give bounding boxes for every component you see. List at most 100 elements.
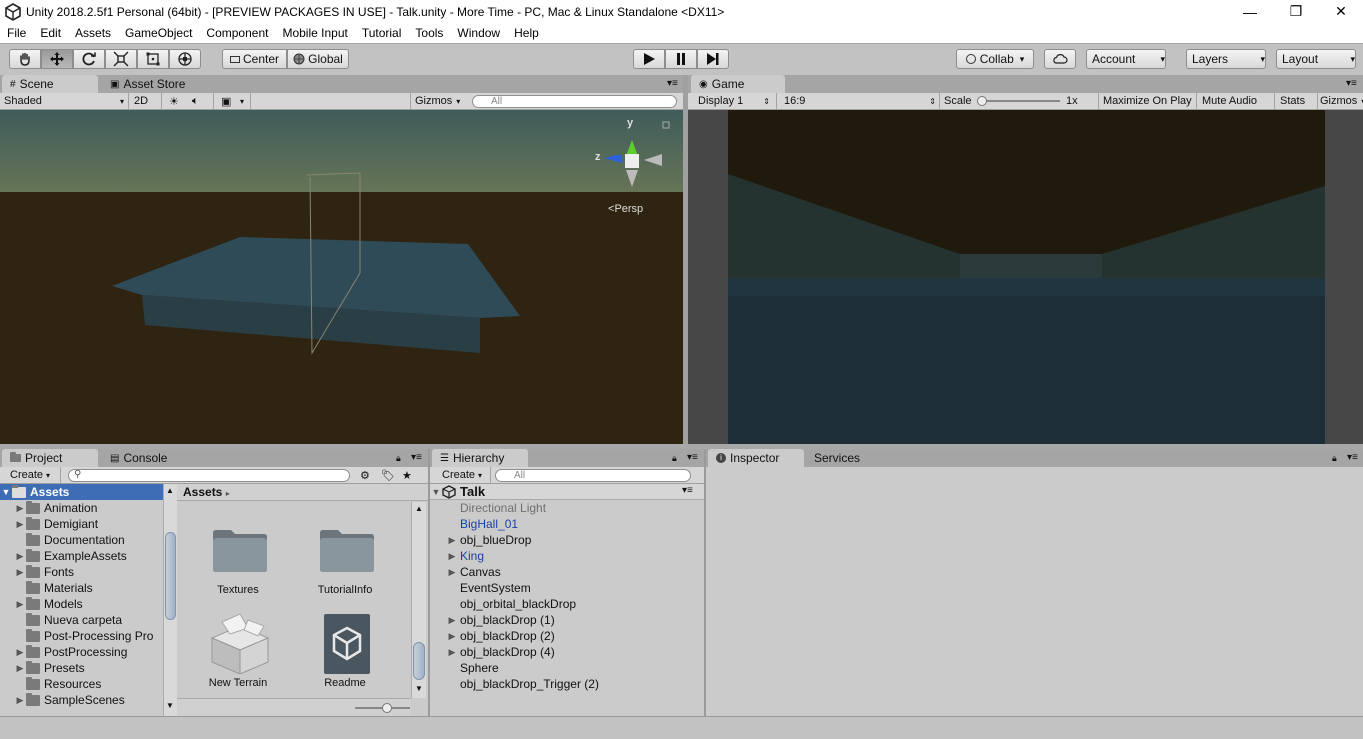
- minimize-button[interactable]: —: [1227, 0, 1273, 23]
- maximize-on-play-toggle[interactable]: Maximize On Play: [1103, 93, 1192, 109]
- icon-size-slider-thumb[interactable]: [382, 703, 392, 713]
- tab-hierarchy[interactable]: ☰ Hierarchy: [432, 449, 528, 467]
- tree-item[interactable]: ▶ Animation: [0, 500, 97, 516]
- lighting-toggle-icon[interactable]: ☀: [169, 93, 179, 109]
- scale-slider-track[interactable]: [980, 100, 1060, 102]
- hierarchy-item[interactable]: ▶ obj_blackDrop (1): [446, 612, 555, 628]
- expand-arrow-icon[interactable]: ▶: [14, 567, 26, 578]
- project-search-input[interactable]: [68, 469, 350, 482]
- expand-arrow-icon[interactable]: ▶: [14, 599, 26, 610]
- expand-arrow-icon[interactable]: ▶: [446, 631, 458, 642]
- panel-menu-icon[interactable]: ▾≡: [667, 78, 678, 89]
- display-dropdown[interactable]: Display 1 ⇕: [698, 93, 770, 109]
- menu-file[interactable]: File: [0, 26, 33, 40]
- expand-arrow-icon[interactable]: ▶: [14, 647, 26, 658]
- scroll-down-icon[interactable]: ▼: [166, 701, 174, 710]
- filter-type-icon[interactable]: ⚙: [360, 467, 370, 483]
- tab-inspector[interactable]: i Inspector: [708, 449, 804, 467]
- tree-item[interactable]: Materials: [0, 580, 93, 596]
- audio-toggle-icon[interactable]: 🔈︎: [192, 93, 199, 109]
- account-dropdown[interactable]: Account: [1086, 49, 1166, 69]
- mute-audio-toggle[interactable]: Mute Audio: [1202, 93, 1257, 109]
- gizmos-dropdown[interactable]: Gizmos ▾: [415, 93, 460, 109]
- menu-gameobject[interactable]: GameObject: [118, 26, 199, 40]
- hierarchy-item[interactable]: ▶ obj_blackDrop (2): [446, 628, 555, 644]
- panel-splitter[interactable]: [704, 449, 706, 716]
- tab-scene[interactable]: # Scene: [2, 75, 98, 93]
- stats-toggle[interactable]: Stats: [1280, 93, 1305, 109]
- tree-item[interactable]: ▶ Fonts: [0, 564, 74, 580]
- tab-console[interactable]: ▤ Console: [102, 449, 192, 467]
- panel-menu-icon[interactable]: ▾≡: [1347, 452, 1358, 463]
- panel-splitter[interactable]: [683, 75, 688, 446]
- pivot-center-button[interactable]: Center: [222, 49, 287, 69]
- expand-arrow-icon[interactable]: ▶: [14, 503, 26, 514]
- transform-tool-button[interactable]: [169, 49, 201, 69]
- tree-root-assets[interactable]: ▼ Assets: [0, 484, 163, 500]
- panel-menu-icon[interactable]: ▾≡: [687, 452, 698, 463]
- space-global-button[interactable]: Global: [287, 49, 349, 69]
- lock-icon[interactable]: 🔒︎: [1332, 453, 1337, 464]
- expand-arrow-icon[interactable]: ▶: [446, 551, 458, 562]
- close-button[interactable]: ✕: [1318, 0, 1363, 23]
- hierarchy-item[interactable]: Directional Light: [446, 500, 546, 516]
- panel-menu-icon[interactable]: ▾≡: [1346, 78, 1357, 89]
- hierarchy-create-dropdown[interactable]: Create ▾: [442, 467, 482, 483]
- asset-item-new-terrain[interactable]: New Terrain: [193, 677, 283, 689]
- asset-item-tutorialinfo[interactable]: TutorialInfo: [300, 584, 390, 596]
- expand-arrow-icon[interactable]: ▶: [446, 567, 458, 578]
- menu-component[interactable]: Component: [199, 26, 275, 40]
- rotate-tool-button[interactable]: [73, 49, 105, 69]
- expand-arrow-icon[interactable]: ▶: [14, 695, 26, 706]
- scroll-up-icon[interactable]: ▲: [415, 504, 423, 513]
- lock-icon[interactable]: 🔒︎: [396, 453, 401, 464]
- pause-button[interactable]: [665, 49, 697, 69]
- tree-item[interactable]: ▶ Demigiant: [0, 516, 98, 532]
- layers-dropdown[interactable]: Layers: [1186, 49, 1266, 69]
- hierarchy-item[interactable]: obj_blackDrop_Trigger (2): [446, 676, 599, 692]
- tree-item[interactable]: ▶ ExampleAssets: [0, 548, 127, 564]
- tree-item[interactable]: ▶ PostProcessing: [0, 644, 127, 660]
- hand-tool-button[interactable]: [9, 49, 41, 69]
- grid-scroll-thumb[interactable]: [413, 642, 425, 680]
- effects-chevron-icon[interactable]: ▾: [240, 93, 244, 109]
- tab-asset-store[interactable]: ▣ Asset Store: [102, 75, 202, 93]
- collab-dropdown[interactable]: Collab: [956, 49, 1034, 69]
- play-button[interactable]: [633, 49, 665, 69]
- tree-item[interactable]: ▶ SampleScenes: [0, 692, 125, 708]
- tree-item[interactable]: Post-Processing Pro: [0, 628, 153, 644]
- tree-item[interactable]: ▶ Models: [0, 596, 83, 612]
- hierarchy-item[interactable]: ▶ Canvas: [446, 564, 501, 580]
- effects-toggle-icon[interactable]: ▣: [221, 93, 231, 109]
- scale-slider-thumb[interactable]: [977, 96, 987, 106]
- expand-arrow-icon[interactable]: ▶: [446, 615, 458, 626]
- rect-tool-button[interactable]: [137, 49, 169, 69]
- expand-arrow-icon[interactable]: ▶: [14, 519, 26, 530]
- tree-item[interactable]: Documentation: [0, 532, 125, 548]
- tree-item[interactable]: Nueva carpeta: [0, 612, 122, 628]
- scene-menu-icon[interactable]: ▾≡: [682, 485, 693, 496]
- tree-item[interactable]: ▶ Presets: [0, 660, 85, 676]
- shading-dropdown[interactable]: Shaded ▾: [4, 93, 124, 109]
- move-tool-button[interactable]: [41, 49, 73, 69]
- game-gizmos-dropdown[interactable]: Gizmos▾: [1320, 93, 1363, 109]
- favorite-star-icon[interactable]: ★: [402, 467, 412, 483]
- tab-project[interactable]: Project: [2, 449, 98, 467]
- step-button[interactable]: [697, 49, 729, 69]
- scale-tool-button[interactable]: [105, 49, 137, 69]
- hierarchy-item[interactable]: Sphere: [446, 660, 499, 676]
- persp-label[interactable]: <Persp: [608, 203, 643, 215]
- cloud-button[interactable]: [1044, 49, 1076, 69]
- menu-assets[interactable]: Assets: [68, 26, 118, 40]
- scene-header-talk[interactable]: ▼ Talk ▾≡: [430, 484, 704, 500]
- restore-button[interactable]: ❐: [1273, 0, 1319, 23]
- scroll-down-icon[interactable]: ▼: [415, 684, 423, 693]
- panel-splitter[interactable]: [428, 449, 430, 716]
- menu-window[interactable]: Window: [450, 26, 507, 40]
- lock-icon[interactable]: 🔒︎: [672, 453, 677, 464]
- menu-tools[interactable]: Tools: [408, 26, 450, 40]
- aspect-dropdown[interactable]: 16:9 ⇕: [784, 93, 936, 109]
- expand-arrow-icon[interactable]: ▶: [446, 535, 458, 546]
- panel-menu-icon[interactable]: ▾≡: [411, 452, 422, 463]
- menu-edit[interactable]: Edit: [33, 26, 68, 40]
